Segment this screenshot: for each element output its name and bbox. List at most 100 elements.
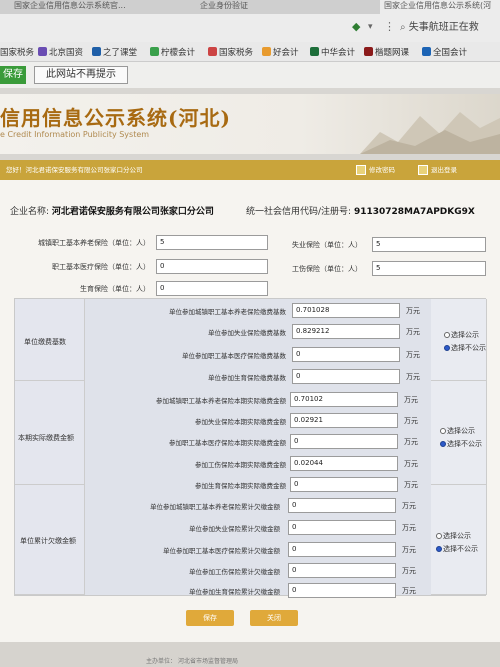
- bookmark-item[interactable]: 国家税务: [208, 46, 253, 58]
- company-name-row: 企业名称: 河北君诺保安服务有限公司张家口分公司: [10, 204, 214, 217]
- credit-code-label: 统一社会信用代码/注册号:: [246, 207, 352, 217]
- dropdown-icon[interactable]: ▾: [368, 22, 373, 32]
- radio-button[interactable]: [436, 546, 442, 552]
- tab-gsxt-hebei[interactable]: 国家企业信用信息公示系统(河: [380, 0, 500, 14]
- radio-nonpublic-base[interactable]: 选择不公示: [444, 343, 486, 353]
- bookmark-item[interactable]: 北京国资: [38, 46, 83, 58]
- pension-count-label: 城镇职工基本养老保险（单位：人）: [38, 239, 150, 247]
- radio-public-owed[interactable]: 选择公示: [436, 531, 471, 541]
- footer-host-name: 河北省市场监督管理局: [178, 658, 239, 665]
- maternity-count-label: 生育保险（单位：人）: [80, 285, 150, 293]
- amount-input[interactable]: 0: [290, 477, 398, 492]
- bookmark-item[interactable]: 楷题网课: [364, 46, 409, 58]
- radio-nonpublic-paid[interactable]: 选择不公示: [440, 439, 482, 449]
- bookmark-icon: [422, 47, 431, 56]
- tab-identity-verify[interactable]: 企业身份验证: [196, 0, 316, 14]
- page-footer: 主办单位： 河北省市场监督管理局: [0, 642, 500, 667]
- radio-public-base[interactable]: 选择公示: [444, 330, 479, 340]
- site-banner: 信用信息公示系统(河北) e Credit Information Public…: [0, 94, 500, 154]
- logout-link[interactable]: 退出登录: [418, 160, 457, 180]
- bookmark-item[interactable]: 柠檬会计: [150, 46, 195, 58]
- medical-count-label: 职工基本医疗保险（单位：人）: [52, 263, 150, 271]
- company-name-value: 河北君诺保安服务有限公司张家口分公司: [51, 207, 214, 217]
- bookmark-item[interactable]: 全国会计: [422, 46, 467, 58]
- bookmark-icon: [208, 47, 217, 56]
- unit-label: 万元: [402, 502, 416, 510]
- unit-label: 万元: [404, 396, 418, 404]
- amount-input[interactable]: 0.829212: [292, 324, 400, 339]
- unemployment-count-input[interactable]: 5: [372, 237, 486, 252]
- browser-tab-strip: 国家企业信用信息公示系统官... 企业身份验证 国家企业信用信息公示系统(河: [0, 0, 500, 14]
- unit-label: 万元: [402, 546, 416, 554]
- site-subtitle: e Credit Information Publicity System: [0, 130, 150, 139]
- address-bar: ◆ ▾ ⋮ ⌕ 失事航班正在救: [0, 14, 500, 42]
- never-for-site-button[interactable]: 此网站不再提示: [34, 66, 128, 84]
- bookmark-icon: [38, 47, 47, 56]
- bookmark-item[interactable]: 中华会计: [310, 46, 355, 58]
- footer-host-label: 主办单位：: [146, 658, 177, 665]
- credit-code-row: 统一社会信用代码/注册号: 91130728MA7APDKG9X: [246, 204, 475, 217]
- key-icon: [356, 165, 366, 175]
- row-label: 单位参加城镇职工基本养老保险累计欠缴金额: [150, 503, 280, 511]
- row-label: 参加失业保险本期实际缴费金额: [195, 418, 286, 426]
- unit-label: 万元: [406, 307, 420, 315]
- medical-count-input[interactable]: 0: [156, 259, 268, 274]
- unemployment-count-label: 失业保险（单位：人）: [292, 241, 362, 249]
- maternity-count-input[interactable]: 0: [156, 281, 268, 296]
- password-save-infobar: 保存 此网站不再提示: [0, 62, 500, 88]
- shield-icon[interactable]: ◆: [352, 20, 360, 33]
- change-password-link[interactable]: 修改密码: [356, 160, 395, 180]
- row-label: 单位参加职工基本医疗保险缴费基数: [182, 352, 286, 360]
- bookmark-item[interactable]: 国家税务: [0, 46, 34, 58]
- greeting-text: 您好！河北君诺保安服务有限公司张家口分公司: [6, 166, 143, 174]
- unit-label: 万元: [406, 373, 420, 381]
- amount-input[interactable]: 0: [292, 369, 400, 384]
- radio-button[interactable]: [444, 332, 450, 338]
- amount-input[interactable]: 0: [288, 498, 396, 513]
- search-box[interactable]: ⌕ 失事航班正在救: [400, 18, 500, 38]
- injury-count-label: 工伤保险（单位：人）: [292, 265, 362, 273]
- bookmark-item[interactable]: 之了课堂: [92, 46, 137, 58]
- amount-input[interactable]: 0.70102: [290, 392, 398, 407]
- unit-label: 万元: [404, 438, 418, 446]
- bookmark-icon: [262, 47, 271, 56]
- site-title: 信用信息公示系统(河北): [0, 106, 231, 130]
- pension-count-input[interactable]: 5: [156, 235, 268, 250]
- amount-input[interactable]: 0.02044: [290, 456, 398, 471]
- amount-input[interactable]: 0: [288, 520, 396, 535]
- radio-button[interactable]: [440, 441, 446, 447]
- radio-nonpublic-owed[interactable]: 选择不公示: [436, 544, 478, 554]
- row-label: 参加生育保险本期实际缴费金额: [195, 482, 286, 490]
- save-button[interactable]: 保存: [186, 610, 234, 626]
- row-label: 单位参加城镇职工基本养老保险缴费基数: [169, 308, 286, 316]
- credit-code-value: 91130728MA7APDKG9X: [353, 207, 475, 217]
- bookmark-icon: [92, 47, 101, 56]
- radio-button[interactable]: [436, 533, 442, 539]
- bookmark-icon: [150, 47, 159, 56]
- unit-label: 万元: [402, 524, 416, 532]
- amount-input[interactable]: 0.701028: [292, 303, 400, 318]
- amount-input[interactable]: 0: [288, 563, 396, 578]
- amount-input[interactable]: 0: [288, 542, 396, 557]
- company-name-label: 企业名称:: [10, 207, 50, 217]
- radio-button[interactable]: [440, 428, 446, 434]
- bookmark-icon: [310, 47, 319, 56]
- save-password-button[interactable]: 保存: [0, 66, 26, 84]
- row-label: 单位参加生育保险累计欠缴金额: [189, 588, 280, 596]
- radio-cell: [431, 299, 487, 381]
- amount-input[interactable]: 0: [292, 347, 400, 362]
- row-label: 单位参加职工基本医疗保险累计欠缴金额: [163, 547, 280, 555]
- group-label-paid: 本期实际缴费金额: [18, 434, 74, 442]
- unit-label: 万元: [404, 417, 418, 425]
- tab-gsxt-home[interactable]: 国家企业信用信息公示系统官...: [10, 0, 190, 14]
- amount-input[interactable]: 0: [290, 434, 398, 449]
- bookmark-item[interactable]: 好会计: [262, 46, 299, 58]
- injury-count-input[interactable]: 5: [372, 261, 486, 276]
- great-wall-illustration: [360, 112, 500, 154]
- radio-button[interactable]: [444, 345, 450, 351]
- close-button[interactable]: 关闭: [250, 610, 298, 626]
- search-engine-icon[interactable]: ⋮: [384, 20, 395, 33]
- amount-input[interactable]: 0: [288, 583, 396, 598]
- radio-public-paid[interactable]: 选择公示: [440, 426, 475, 436]
- amount-input[interactable]: 0.02921: [290, 413, 398, 428]
